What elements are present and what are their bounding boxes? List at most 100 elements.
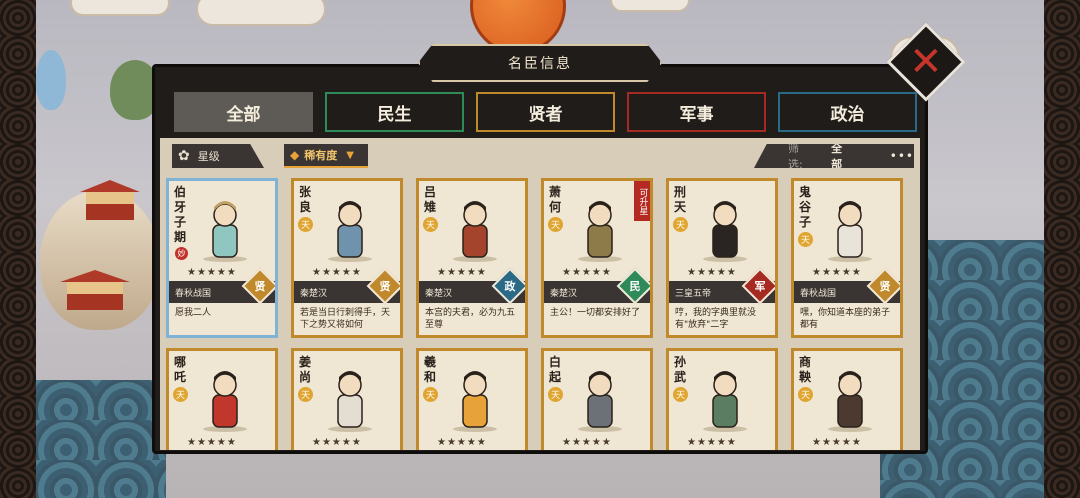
hero-card[interactable]: 商鞅天 ★★★★★	[791, 348, 903, 450]
cloud-decoration	[196, 0, 326, 26]
sort-rarity-label: 稀有度	[304, 149, 338, 162]
hero-name: 刑天	[674, 185, 687, 214]
hero-name: 张良	[299, 185, 312, 214]
miao-badge: 妙	[175, 247, 188, 260]
hero-quote: 若是当日行刺得手，天下之势又将如何	[300, 308, 391, 330]
tian-rank-badge: 天	[548, 387, 563, 402]
star-rating: ★★★★★	[812, 437, 862, 448]
category-tabs: 全部 民生 贤者 军事 政治	[174, 92, 917, 132]
hero-era: 春秋战国	[175, 288, 212, 299]
hero-portrait	[328, 201, 372, 262]
star-rating: ★★★★★	[437, 437, 487, 448]
sort-by-rarity-button[interactable]: ◆ 稀有度 ▼	[284, 144, 368, 168]
hero-name: 伯牙子期	[174, 185, 187, 244]
tian-rank-badge: 天	[423, 387, 438, 402]
hero-name: 白起	[549, 355, 562, 384]
filter-label: 筛选:	[788, 142, 803, 171]
tab-0[interactable]: 全部	[174, 92, 313, 132]
hero-card[interactable]: 萧何天 ★★★★★ 秦楚汉 民主公！一切都安排好了 可升星	[541, 178, 653, 338]
cloud-decoration	[610, 0, 690, 12]
star-rating: ★★★★★	[812, 267, 862, 278]
chevron-down-icon: ▼	[346, 149, 354, 161]
hero-era: 秦楚汉	[300, 288, 328, 299]
hero-type-label: 政	[504, 280, 516, 293]
filter-bar: ✿ 星级 ◆ 稀有度 ▼ 筛选: 全部 •••	[160, 138, 920, 174]
hero-card[interactable]: 白起天 ★★★★★	[541, 348, 653, 450]
tab-3[interactable]: 军事	[627, 92, 766, 132]
tian-rank-badge: 天	[798, 387, 813, 402]
sort-star-label: 星级	[197, 150, 220, 163]
panel-title-plate: 名臣信息	[418, 44, 662, 82]
hero-name: 哪吒	[174, 355, 187, 384]
hero-portrait	[203, 201, 247, 262]
hero-name: 鬼谷子	[799, 185, 812, 229]
hero-card[interactable]: 张良天 ★★★★★ 秦楚汉 贤若是当日行刺得手，天下之势又将如何	[291, 178, 403, 338]
hero-portrait	[203, 371, 247, 432]
close-icon: ✕	[909, 38, 943, 85]
sort-by-star-button[interactable]: ✿ 星级	[172, 144, 264, 168]
hero-card[interactable]: 吕雉天 ★★★★★ 秦楚汉 政本宫的夫君，必为九五至尊	[416, 178, 528, 338]
tab-2[interactable]: 贤者	[476, 92, 615, 132]
hero-portrait	[578, 371, 622, 432]
hero-card[interactable]: 伯牙子期妙 ★★★★★ 春秋战国 贤愿我二人	[166, 178, 278, 338]
hero-card[interactable]: 哪吒天 ★★★★★	[166, 348, 278, 450]
hero-quote: 愿我二人	[175, 308, 212, 318]
tian-rank-badge: 天	[423, 217, 438, 232]
tab-1[interactable]: 民生	[325, 92, 464, 132]
hero-name: 羲和	[424, 355, 437, 384]
diamond-icon: ◆	[290, 148, 300, 162]
hero-name: 商鞅	[799, 355, 812, 384]
filter-dropdown[interactable]: 筛选: 全部 •••	[754, 144, 914, 168]
hero-quote: 主公！一切都安排好了	[550, 308, 641, 318]
floating-island	[36, 50, 66, 110]
cloud-decoration	[70, 0, 170, 16]
hero-portrait	[578, 201, 622, 262]
hero-card[interactable]: 羲和天 ★★★★★	[416, 348, 528, 450]
hero-portrait	[703, 371, 747, 432]
hero-card[interactable]: 姜尚天 ★★★★★	[291, 348, 403, 450]
tab-4[interactable]: 政治	[778, 92, 917, 132]
hero-era: 秦楚汉	[550, 288, 578, 299]
hero-portrait	[828, 201, 872, 262]
star-rating: ★★★★★	[687, 437, 737, 448]
tian-rank-badge: 天	[673, 387, 688, 402]
hero-card[interactable]: 鬼谷子天 ★★★★★ 春秋战国 贤嘿，你知道本座的弟子都有	[791, 178, 903, 338]
hero-type-label: 军	[754, 280, 766, 293]
hero-era: 春秋战国	[800, 288, 837, 299]
hero-name: 萧何	[549, 185, 562, 214]
star-rating: ★★★★★	[187, 267, 237, 278]
hero-quote: 本宫的夫君，必为九五至尊	[425, 308, 516, 330]
tian-rank-badge: 天	[298, 217, 313, 232]
filter-value: 全部	[831, 142, 843, 171]
hero-portrait	[453, 371, 497, 432]
star-rating: ★★★★★	[562, 437, 612, 448]
hero-card[interactable]: 孙武天 ★★★★★	[666, 348, 778, 450]
hero-type-label: 贤	[879, 280, 891, 293]
star-rating: ★★★★★	[687, 267, 737, 278]
more-options-icon[interactable]: •••	[890, 149, 914, 163]
frame-border-left	[0, 0, 36, 498]
hero-era: 秦楚汉	[425, 288, 453, 299]
hero-portrait	[828, 371, 872, 432]
tian-rank-badge: 天	[298, 387, 313, 402]
star-rating: ★★★★★	[562, 267, 612, 278]
hero-type-label: 民	[629, 280, 641, 293]
frame-border-right	[1044, 0, 1080, 498]
sea-waves	[36, 380, 166, 498]
tian-rank-badge: 天	[798, 232, 813, 247]
hero-portrait	[453, 201, 497, 262]
hero-type-label: 贤	[379, 280, 391, 293]
temple-building	[80, 180, 140, 220]
star-rating: ★★★★★	[187, 437, 237, 448]
hero-era: 三皇五帝	[675, 288, 712, 299]
tian-rank-badge: 天	[173, 387, 188, 402]
hero-quote: 哼，我的字典里就没有"放弃"二字	[675, 308, 757, 330]
hero-portrait	[328, 371, 372, 432]
hero-name: 姜尚	[299, 355, 312, 384]
panel-title: 名臣信息	[508, 56, 572, 72]
star-rating: ★★★★★	[312, 267, 362, 278]
can-upgrade-badge: 可升星	[634, 181, 650, 221]
tian-rank-badge: 天	[548, 217, 563, 232]
hero-quote: 嘿，你知道本座的弟子都有	[800, 308, 891, 330]
hero-card[interactable]: 刑天天 ★★★★★ 三皇五帝 军哼，我的字典里就没有"放弃"二字	[666, 178, 778, 338]
